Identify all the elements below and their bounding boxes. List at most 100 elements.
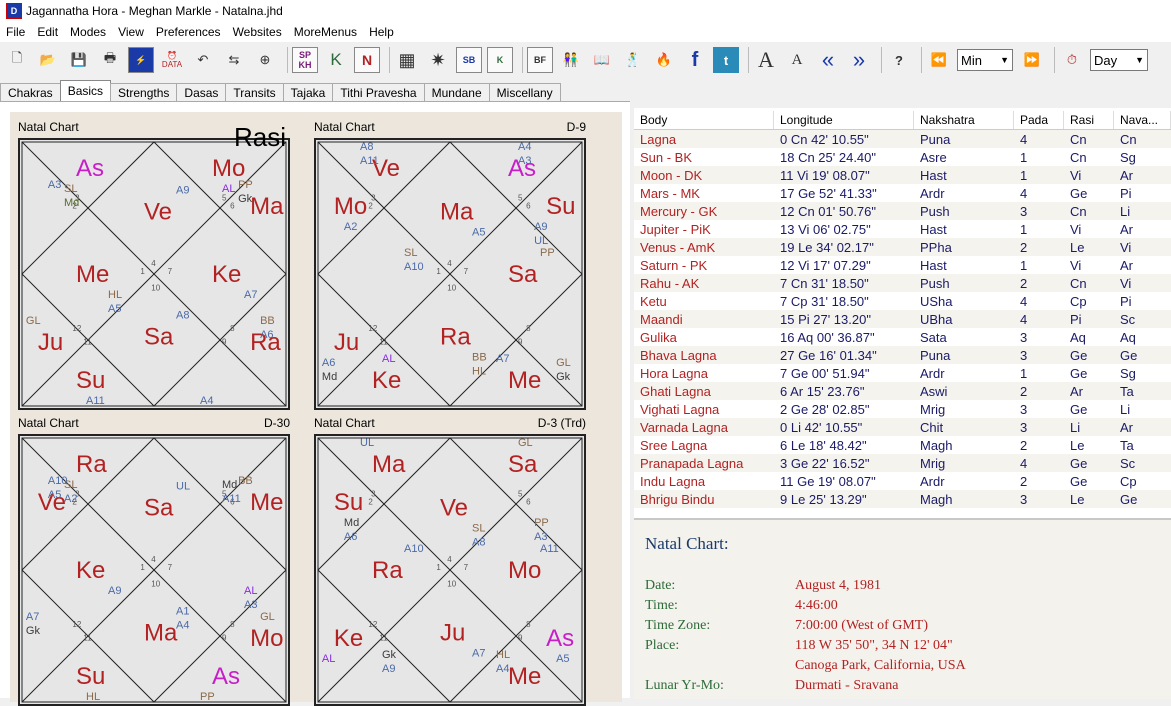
book-icon[interactable]: 📖 xyxy=(589,47,615,73)
step-forward-icon[interactable]: ⏩ xyxy=(1019,47,1045,73)
open-folder-icon[interactable]: 📂 xyxy=(35,47,61,73)
table-row[interactable]: Maandi 15 Pi 27' 13.20" UBha 4 Pi Sc xyxy=(634,310,1171,328)
table-row[interactable]: Sree Lagna 6 Le 18' 48.42" Magh 2 Le Ta xyxy=(634,436,1171,454)
north-indian-chart[interactable]: 432112111098765VeRaAsJuSaMoMeMaKeSuA6A4B… xyxy=(314,138,586,410)
table-row[interactable]: Saturn - PK 12 Vi 17' 07.29" Hast 1 Vi Ar xyxy=(634,256,1171,274)
help-icon[interactable]: ? xyxy=(886,47,912,73)
house-number: 10 xyxy=(447,283,456,292)
table-row[interactable]: Jupiter - PiK 13 Vi 06' 02.75" Hast 1 Vi Ar xyxy=(634,220,1171,238)
forward-icon[interactable]: » xyxy=(846,47,872,73)
info-value: 4:46:00 xyxy=(795,598,838,613)
facebook-icon[interactable]: f xyxy=(682,47,708,73)
table-cell-nava: Cp xyxy=(1120,473,1137,489)
table-row[interactable]: Moon - DK 11 Vi 19' 08.07" Hast 1 Vi Ar xyxy=(634,166,1171,184)
tab-dasas[interactable]: Dasas xyxy=(176,83,227,101)
arudha-label: A8 xyxy=(360,141,373,153)
house-number: 10 xyxy=(447,579,456,588)
north-indian-chart[interactable]: 432112111098765VeAsSaSuMeKeMoRaMaPPA10AL… xyxy=(18,434,290,706)
grid-chart-icon[interactable]: ▦ xyxy=(394,47,420,73)
table-row[interactable]: Ketu 7 Cp 31' 18.50" USha 4 Cp Pi xyxy=(634,292,1171,310)
k-square-icon[interactable]: K xyxy=(487,47,513,73)
transit-clock-icon[interactable]: ⏱ xyxy=(1059,47,1085,73)
save-icon[interactable]: 💾 xyxy=(66,47,92,73)
table-row[interactable]: Indu Lagna 11 Ge 19' 08.07" Ardr 2 Ge Cp xyxy=(634,472,1171,490)
step-back-icon[interactable]: ⏪ xyxy=(926,47,952,73)
table-cell-rasi: Cn xyxy=(1070,131,1087,147)
menu-view[interactable]: View xyxy=(112,25,150,39)
table-cell-pada: 2 xyxy=(1020,239,1028,255)
sb-icon[interactable]: SB xyxy=(456,47,482,73)
column-header-nakshatra[interactable]: Nakshatra xyxy=(914,111,1014,129)
n-icon[interactable]: N xyxy=(354,47,380,73)
table-cell-nak: Push xyxy=(920,203,950,219)
column-header-longitude[interactable]: Longitude xyxy=(774,111,914,129)
table-row[interactable]: Mercury - GK 12 Cn 01' 50.76" Push 3 Cn Li xyxy=(634,202,1171,220)
time-unit-select[interactable]: Min ▼ xyxy=(957,49,1013,71)
arudha-label: A6 xyxy=(322,357,335,369)
table-row[interactable]: Sun - BK 18 Cn 25' 24.40" Asre 1 Cn Sg xyxy=(634,148,1171,166)
couple-icon[interactable]: 👫 xyxy=(558,47,584,73)
arudha-label: UL xyxy=(360,437,374,449)
table-row[interactable]: Hora Lagna 7 Ge 00' 51.94" Ardr 1 Ge Sg xyxy=(634,364,1171,382)
data-icon[interactable]: ⚡ xyxy=(128,47,154,73)
menu-help[interactable]: Help xyxy=(363,25,400,39)
menu-websites[interactable]: Websites xyxy=(227,25,288,39)
table-row[interactable]: Ghati Lagna 6 Ar 15' 23.76" Aswi 2 Ar Ta xyxy=(634,382,1171,400)
arudha-label: A5 xyxy=(108,303,121,315)
table-row[interactable]: Bhrigu Bindu 9 Le 25' 13.29" Magh 3 Le Ge xyxy=(634,490,1171,508)
new-file-icon[interactable]: 🗋 xyxy=(4,47,30,73)
tab-mundane[interactable]: Mundane xyxy=(423,83,490,101)
font-small-icon[interactable]: A xyxy=(784,47,810,73)
menu-moremenus[interactable]: MoreMenus xyxy=(288,25,363,39)
info-row: Time: 4:46:00 xyxy=(645,598,838,614)
sp-kh-icon[interactable]: SP KH xyxy=(292,47,318,73)
redo-arrow-icon[interactable]: ⇆ xyxy=(221,47,247,73)
font-large-icon[interactable]: A xyxy=(753,47,779,73)
table-cell-rasi: Cn xyxy=(1070,203,1087,219)
arudha-label: A6 xyxy=(344,531,357,543)
column-header-navamsa[interactable]: Nava... xyxy=(1114,111,1171,129)
table-cell-nak: Push xyxy=(920,275,950,291)
back-icon[interactable]: « xyxy=(815,47,841,73)
table-row[interactable]: Varnada Lagna 0 Li 42' 10.55" Chit 3 Li Ar xyxy=(634,418,1171,436)
column-header-body[interactable]: Body xyxy=(634,111,774,129)
menu-modes[interactable]: Modes xyxy=(64,25,112,39)
north-indian-chart[interactable]: 432112111098765VeSuMaMeRaAsSaMoJuKeSLBBH… xyxy=(18,138,290,410)
menu-edit[interactable]: Edit xyxy=(31,25,64,39)
table-row[interactable]: Vighati Lagna 2 Ge 28' 02.85" Mrig 3 Ge Li xyxy=(634,400,1171,418)
undo-arrow-icon[interactable]: ↶ xyxy=(190,47,216,73)
menu-bar: File Edit Modes View Preferences Website… xyxy=(0,22,1171,42)
print-icon[interactable]: 🖶 xyxy=(97,47,123,73)
tab-strengths[interactable]: Strengths xyxy=(110,83,178,101)
tab-tajaka[interactable]: Tajaka xyxy=(282,83,334,101)
fire-icon[interactable]: 🔥 xyxy=(651,47,677,73)
table-row[interactable]: Venus - AmK 19 Le 34' 02.17" PPha 2 Le Vi xyxy=(634,238,1171,256)
tab-miscellany[interactable]: Miscellany xyxy=(488,83,561,101)
menu-file[interactable]: File xyxy=(0,25,31,39)
column-header-pada[interactable]: Pada xyxy=(1014,111,1064,129)
column-header-rasi[interactable]: Rasi xyxy=(1064,111,1114,129)
tab-chakras[interactable]: Chakras xyxy=(0,83,61,101)
tab-basics[interactable]: Basics xyxy=(59,80,112,101)
k-icon[interactable]: K xyxy=(323,47,349,73)
circle-chart-icon[interactable]: ⊕ xyxy=(252,47,278,73)
bf-grid-icon[interactable]: BF xyxy=(527,47,553,73)
house-number: 11 xyxy=(83,338,92,347)
clock-data-icon[interactable]: ⏰ DATA xyxy=(159,47,185,73)
table-cell-rasi: Pi xyxy=(1070,311,1082,327)
twitter-icon[interactable]: t xyxy=(713,47,739,73)
tab-transits[interactable]: Transits xyxy=(225,83,284,101)
arudha-label: A4 xyxy=(176,620,189,632)
table-row[interactable]: Lagna 0 Cn 42' 10.55" Puna 4 Cn Cn xyxy=(634,130,1171,148)
north-indian-chart[interactable]: 432112111098765RaAsMaJuSaKeMoSuMeVePPGkS… xyxy=(314,434,586,706)
table-row[interactable]: Mars - MK 17 Ge 52' 41.33" Ardr 4 Ge Pi xyxy=(634,184,1171,202)
table-row[interactable]: Pranapada Lagna 3 Ge 22' 16.52" Mrig 4 Ge Sc xyxy=(634,454,1171,472)
table-row[interactable]: Rahu - AK 7 Cn 31' 18.50" Push 2 Cn Vi xyxy=(634,274,1171,292)
menu-preferences[interactable]: Preferences xyxy=(150,25,227,39)
table-row[interactable]: Gulika 16 Aq 00' 36.87" Sata 3 Aq Aq xyxy=(634,328,1171,346)
tab-tithi-pravesha[interactable]: Tithi Pravesha xyxy=(332,83,425,101)
table-row[interactable]: Bhava Lagna 27 Ge 16' 01.34" Puna 3 Ge Ge xyxy=(634,346,1171,364)
dancing-icon[interactable]: 🕺 xyxy=(620,47,646,73)
sun-rays-icon[interactable]: ✷ xyxy=(425,47,451,73)
date-unit-select[interactable]: Day ▼ xyxy=(1090,49,1148,71)
